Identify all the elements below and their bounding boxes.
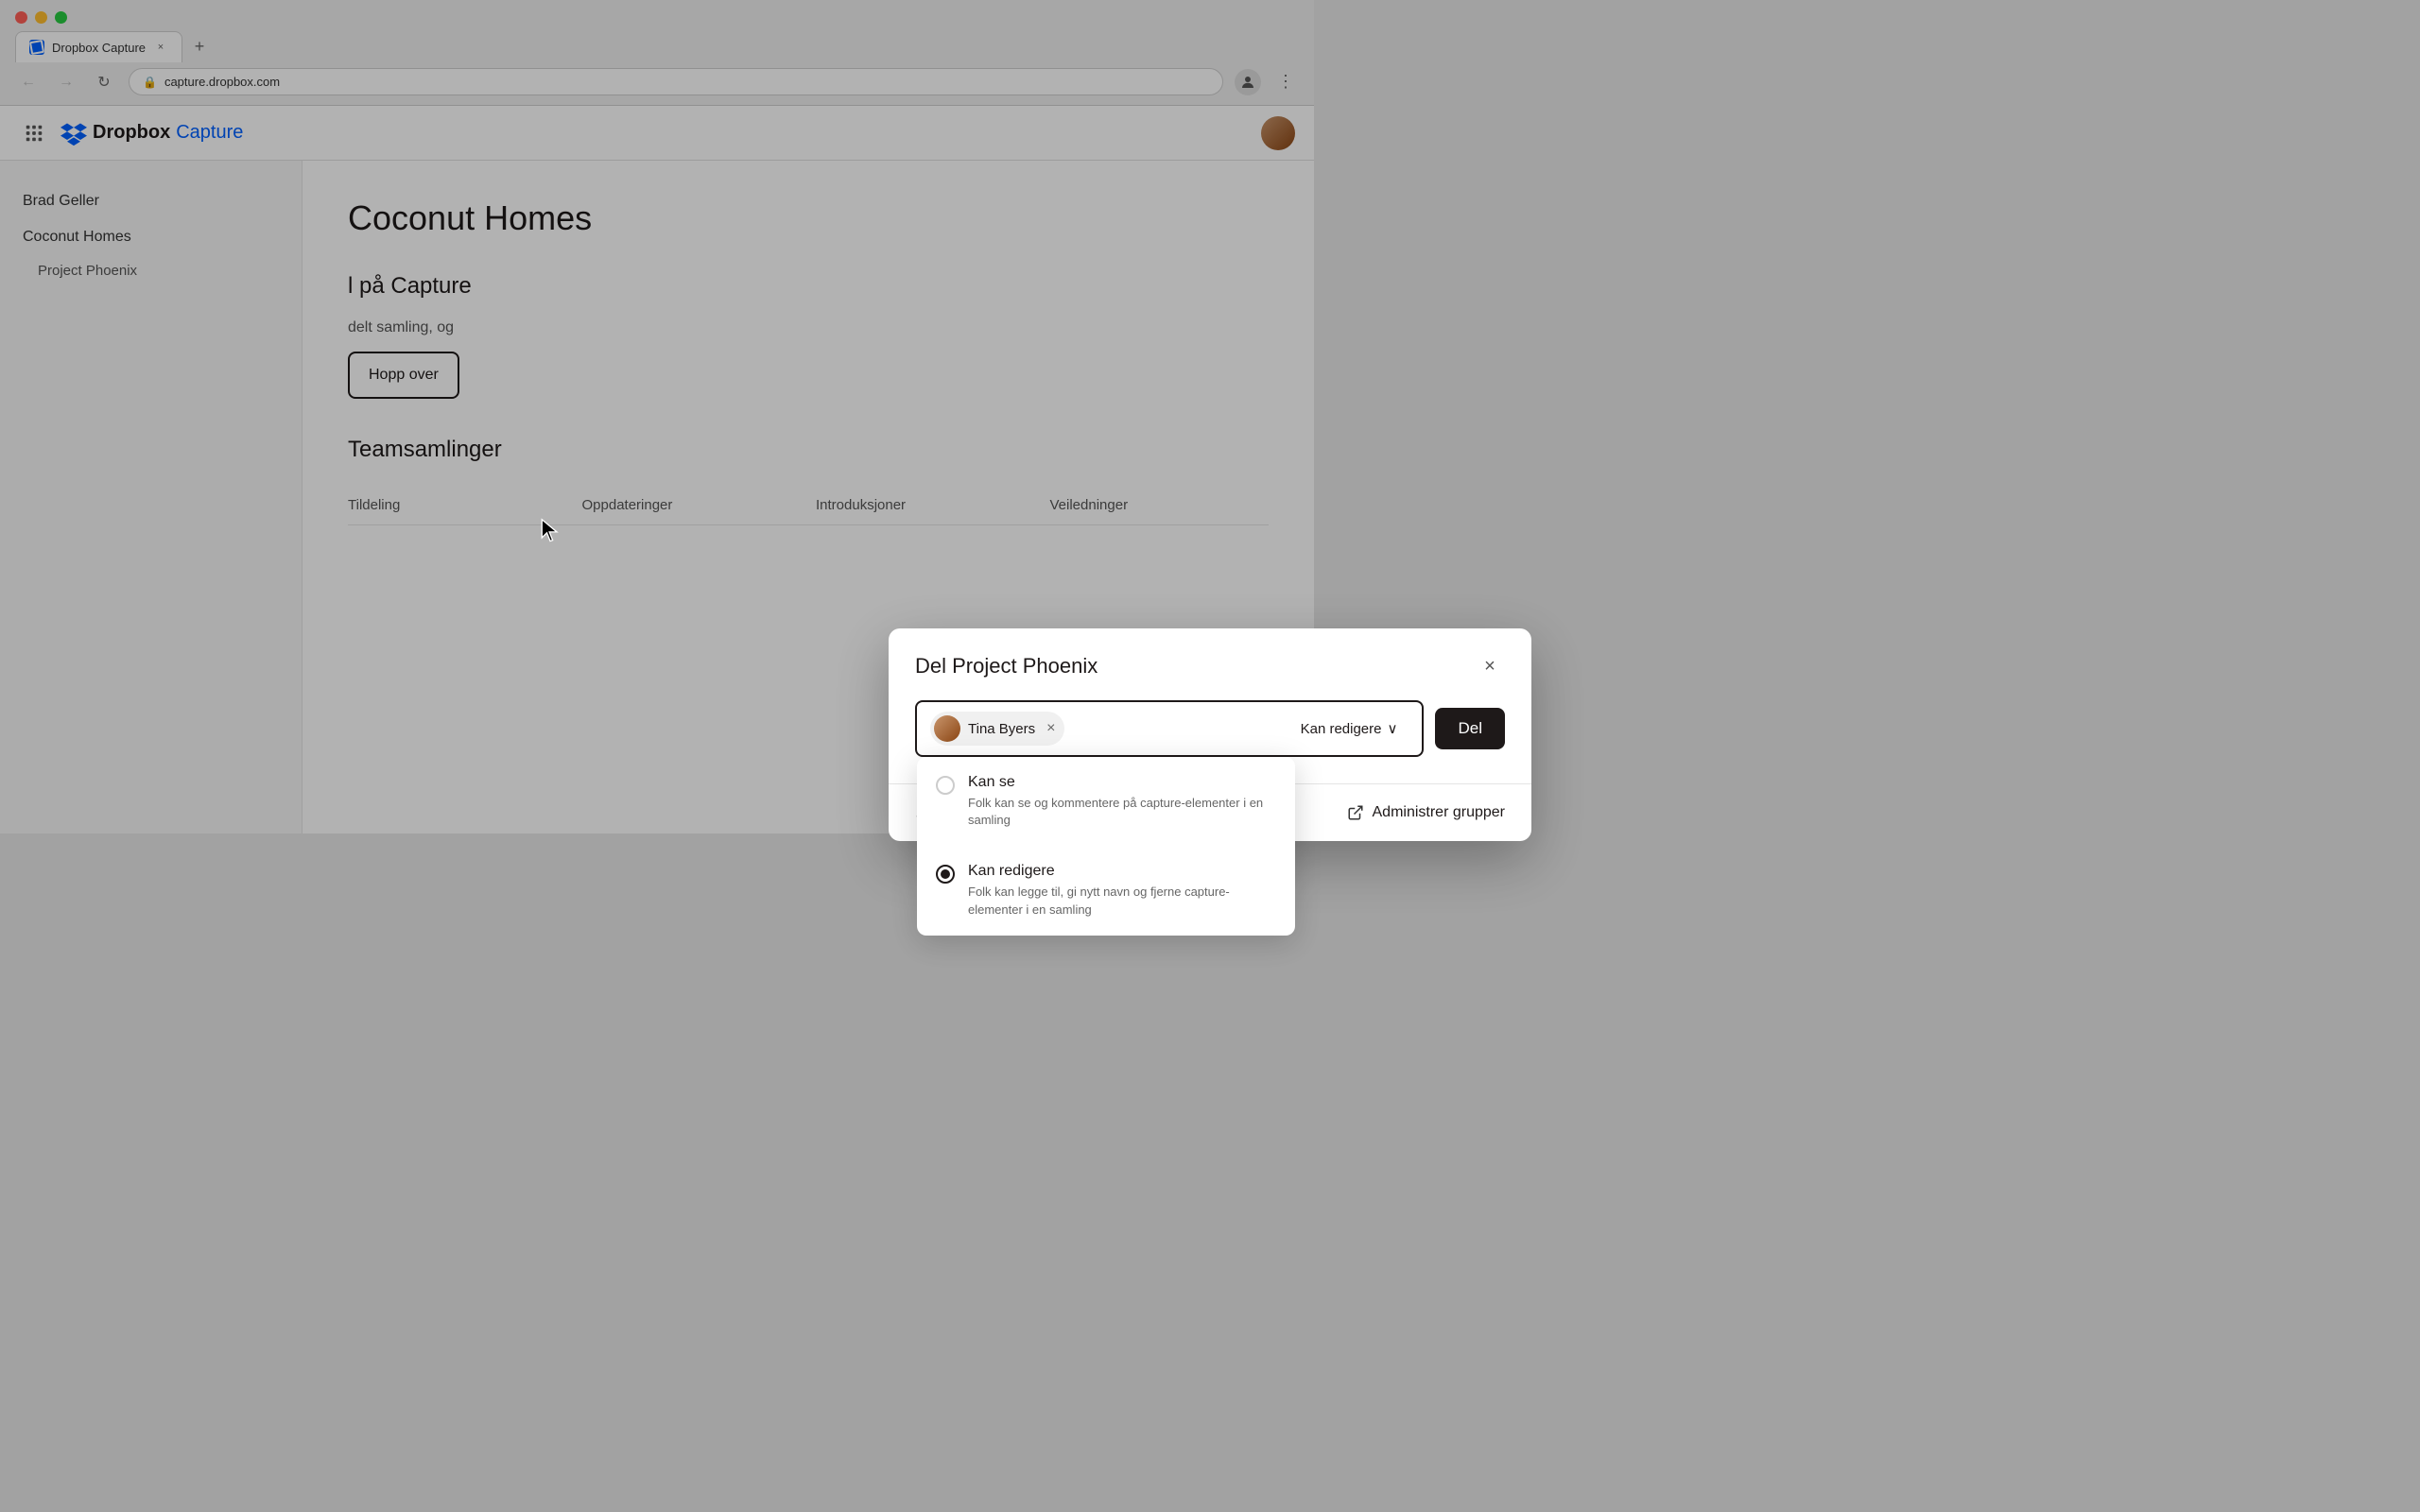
share-input-row: Tina Byers × Kan redigere ∨ Kan se Folk … [915, 700, 1505, 757]
permission-option-kan-se[interactable]: Kan se Folk kan se og kommentere på capt… [917, 757, 1295, 846]
remove-recipient-button[interactable]: × [1046, 720, 1055, 737]
permission-kan-se-desc: Folk kan se og kommentere på capture-ele… [968, 795, 1276, 829]
external-link-icon [1346, 803, 1365, 822]
radio-kan-se[interactable] [936, 776, 955, 795]
share-submit-button[interactable]: Del [1435, 708, 1505, 749]
recipient-chip: Tina Byers × [930, 712, 1064, 746]
permission-current-label: Kan redigere [1301, 721, 1382, 737]
dialog-title: Del Project Phoenix [915, 654, 1098, 679]
permission-menu: Kan se Folk kan se og kommentere på capt… [917, 757, 1295, 936]
permission-kan-se-text: Kan se Folk kan se og kommentere på capt… [968, 774, 1276, 829]
recipient-name: Tina Byers [968, 721, 1035, 737]
permission-kan-redigere-desc: Folk kan legge til, gi nytt navn og fjer… [968, 884, 1276, 918]
chevron-down-icon: ∨ [1388, 720, 1398, 737]
dialog-body: Tina Byers × Kan redigere ∨ Kan se Folk … [889, 700, 1531, 783]
radio-kan-redigere[interactable] [936, 865, 955, 884]
permission-kan-redigere-name: Kan redigere [968, 863, 1276, 880]
permission-kan-redigere-text: Kan redigere Folk kan legge til, gi nytt… [968, 863, 1276, 918]
dialog-close-button[interactable]: × [1475, 651, 1505, 681]
manage-groups-button[interactable]: Administrer grupper [1346, 803, 1506, 822]
manage-groups-label: Administrer grupper [1373, 804, 1506, 821]
recipient-input-box[interactable]: Tina Byers × Kan redigere ∨ Kan se Folk … [915, 700, 1424, 757]
recipient-avatar [934, 715, 960, 742]
dialog-header: Del Project Phoenix × [889, 628, 1531, 700]
permission-option-kan-redigere[interactable]: Kan redigere Folk kan legge til, gi nytt… [917, 846, 1295, 935]
share-dialog: Del Project Phoenix × Tina Byers × Kan r… [889, 628, 1531, 841]
permission-dropdown[interactable]: Kan redigere ∨ [1289, 713, 1409, 745]
permission-kan-se-name: Kan se [968, 774, 1276, 791]
